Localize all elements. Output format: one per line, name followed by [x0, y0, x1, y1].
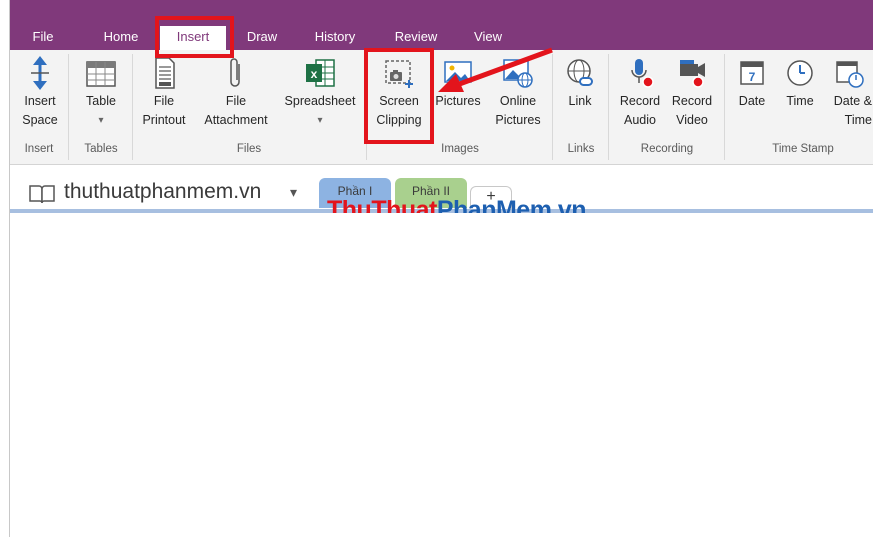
- svg-text:x: x: [311, 67, 318, 81]
- record-audio-label-1: Record: [619, 94, 661, 108]
- tab-draw[interactable]: Draw: [238, 26, 286, 50]
- notebook-name[interactable]: thuthuatphanmem.vn: [64, 180, 261, 204]
- file-printout-label-1: File: [153, 94, 175, 108]
- table-icon: [86, 61, 116, 87]
- group-label-files: Files: [236, 143, 262, 155]
- date-label: Date: [738, 94, 766, 108]
- group-label-time-stamp: Time Stamp: [772, 143, 834, 155]
- file-printout-icon: [155, 57, 175, 89]
- window-left-border: [0, 0, 10, 537]
- separator: [132, 54, 133, 160]
- record-video-button[interactable]: Record Video: [666, 54, 718, 130]
- date-time-button[interactable]: Date & Time: [824, 54, 872, 130]
- separator: [724, 54, 725, 160]
- date-time-label-2: Time: [844, 113, 872, 127]
- file-printout-label-2: Printout: [142, 113, 186, 127]
- insert-space-icon: [31, 56, 49, 90]
- date-button[interactable]: 7 Date: [730, 54, 774, 111]
- date-time-label-1: Date &: [833, 94, 872, 108]
- tab-home[interactable]: Home: [92, 26, 150, 50]
- group-label-insert: Insert: [24, 143, 54, 155]
- file-printout-button[interactable]: File Printout: [136, 54, 192, 130]
- file-attachment-label-2: Attachment: [204, 113, 268, 127]
- separator: [68, 54, 69, 160]
- table-label: Table: [86, 94, 116, 108]
- red-arrow-icon: [438, 47, 553, 92]
- screen-clipping-button[interactable]: Screen Clipping: [372, 54, 426, 130]
- separator: [608, 54, 609, 160]
- excel-spreadsheet-icon: x: [306, 59, 335, 87]
- group-label-links: Links: [567, 143, 595, 155]
- insert-space-label-1: Insert: [24, 94, 56, 108]
- screen-clipping-icon: [385, 60, 413, 88]
- time-button[interactable]: Time: [778, 54, 822, 111]
- record-audio-button[interactable]: Record Audio: [614, 54, 666, 130]
- insert-space-label-2: Space: [22, 113, 58, 127]
- spreadsheet-button[interactable]: x Spreadsheet ▾: [278, 54, 362, 130]
- link-label: Link: [568, 94, 592, 108]
- link-globe-icon: [567, 59, 593, 86]
- group-label-tables: Tables: [84, 143, 118, 155]
- page-canvas[interactable]: [10, 213, 873, 537]
- microphone-icon: [631, 59, 654, 88]
- spreadsheet-label: Spreadsheet: [284, 94, 356, 108]
- svg-text:7: 7: [749, 70, 756, 84]
- title-bar: [10, 0, 873, 26]
- table-dropdown-arrow: ▾: [98, 115, 104, 126]
- record-video-label-1: Record: [671, 94, 713, 108]
- link-button[interactable]: Link: [558, 54, 602, 111]
- file-attachment-label-1: File: [225, 94, 247, 108]
- tab-history[interactable]: History: [304, 26, 366, 50]
- time-label: Time: [786, 94, 814, 108]
- table-button[interactable]: Table ▾: [78, 54, 124, 130]
- calendar-icon: 7: [740, 61, 764, 85]
- screen-clipping-label-2: Clipping: [376, 113, 422, 127]
- spreadsheet-dropdown-arrow: ▾: [317, 115, 323, 126]
- online-pictures-label-2: Pictures: [495, 113, 541, 127]
- paperclip-icon: [230, 58, 240, 87]
- notebook-icon: [29, 185, 55, 204]
- clock-icon: [787, 60, 813, 86]
- tab-file[interactable]: File: [18, 26, 68, 50]
- tab-insert[interactable]: Insert: [160, 26, 226, 50]
- record-video-label-2: Video: [676, 113, 708, 127]
- group-label-recording: Recording: [640, 143, 694, 155]
- group-label-images: Images: [441, 143, 479, 155]
- notebook-dropdown-arrow[interactable]: ▾: [290, 184, 297, 201]
- insert-space-button[interactable]: Insert Space: [16, 54, 64, 130]
- video-camera-icon: [680, 60, 705, 88]
- record-audio-label-2: Audio: [624, 113, 656, 127]
- file-attachment-button[interactable]: File Attachment: [196, 54, 276, 130]
- separator: [366, 54, 367, 160]
- date-time-icon: [836, 61, 864, 88]
- screen-clipping-label-1: Screen: [379, 94, 419, 108]
